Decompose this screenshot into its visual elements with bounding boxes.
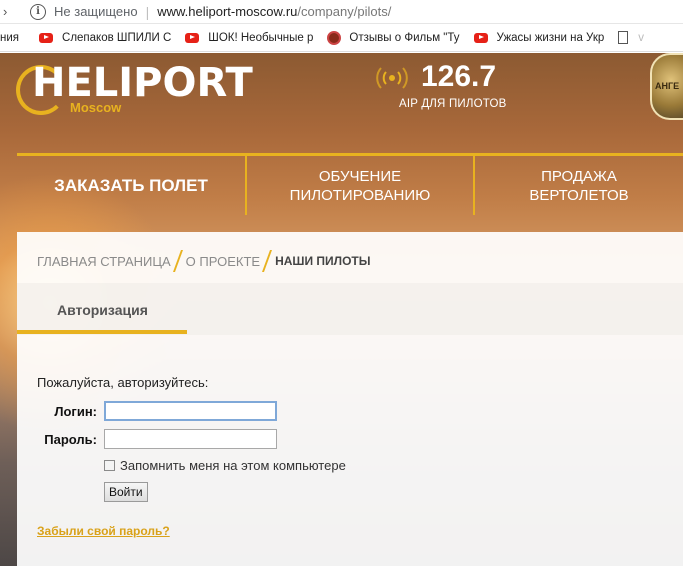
nav-order-flight[interactable]: ЗАКАЗАТЬ ПОЛЕТ — [17, 156, 247, 215]
forward-arrow-icon[interactable]: › — [0, 0, 16, 24]
url-path: /company/pilots/ — [297, 4, 392, 19]
remember-me[interactable]: Запомнить меня на этом компьютере — [104, 458, 346, 473]
youtube-icon — [473, 32, 488, 43]
remember-checkbox[interactable] — [104, 460, 115, 471]
main-nav: ЗАКАЗАТЬ ПОЛЕТ ОБУЧЕНИЕ ПИЛОТИРОВАНИЮ ПРО… — [17, 153, 683, 215]
content-panel: ГЛАВНАЯ СТРАНИЦА О ПРОЕКТЕ НАШИ ПИЛОТЫ А… — [17, 232, 683, 566]
auth-prompt: Пожалуйста, авторизуйтесь: — [37, 375, 209, 390]
security-status[interactable]: Не защищено — [54, 4, 138, 19]
info-icon[interactable]: i — [30, 3, 46, 20]
radio-frequency: 126.7 AIP ДЛЯ ПИЛОТОВ — [371, 60, 516, 115]
bookmarks-bar: ния Слепаков ШПИЛИ С ШОК! Необычные р От… — [0, 24, 683, 52]
cinema-icon — [327, 30, 342, 45]
partner-badge[interactable]: АНГЕ — [650, 53, 683, 120]
breadcrumb-separator — [172, 250, 183, 272]
nav-piloting-training[interactable]: ОБУЧЕНИЕ ПИЛОТИРОВАНИЮ — [247, 156, 475, 215]
bookmark-item[interactable]: Отзывы о Фильм "Ту — [327, 30, 460, 45]
url-text[interactable]: www.heliport-moscow.ru/company/pilots/ — [157, 4, 391, 19]
login-button[interactable]: Войти — [104, 482, 148, 502]
radio-frequency-label: AIP ДЛЯ ПИЛОТОВ — [399, 98, 507, 110]
bookmark-item[interactable]: Ужасы жизни на Укр — [473, 31, 605, 44]
address-separator: | — [145, 3, 150, 20]
breadcrumb-separator — [262, 250, 273, 272]
bookmark-label: Ужасы жизни на Укр — [496, 31, 605, 44]
bookmark-item[interactable]: v — [618, 31, 644, 44]
logo-text: HELIPORT — [32, 60, 253, 106]
breadcrumb-home[interactable]: ГЛАВНАЯ СТРАНИЦА — [37, 254, 171, 269]
document-icon — [618, 31, 629, 44]
bookmark-item[interactable]: ШОК! Необычные р — [185, 32, 313, 44]
nav-label: ОБУЧЕНИЕ ПИЛОТИРОВАНИЮ — [290, 167, 431, 205]
nav-label-line: ПИЛОТИРОВАНИЮ — [289, 186, 431, 204]
tab-authorization[interactable]: Авторизация — [57, 302, 148, 318]
bookmark-label: ШОК! Необычные р — [208, 31, 314, 44]
nav-label: ПРОДАЖА ВЕРТОЛЕТОВ — [529, 167, 628, 205]
address-bar[interactable]: › i Не защищено | www.heliport-moscow.ru… — [0, 0, 683, 24]
password-row: Пароль: — [37, 429, 277, 449]
breadcrumb: ГЛАВНАЯ СТРАНИЦА О ПРОЕКТЕ НАШИ ПИЛОТЫ — [37, 250, 371, 272]
bookmark-label: ния — [0, 31, 20, 44]
bookmark-item[interactable]: Слепаков ШПИЛИ С — [39, 32, 171, 44]
bookmark-label: Отзывы о Фильм "Ту — [349, 31, 460, 44]
breadcrumb-about[interactable]: О ПРОЕКТЕ — [186, 254, 260, 269]
password-label: Пароль: — [44, 431, 97, 447]
url-domain: www.heliport-moscow.ru — [157, 4, 298, 19]
bookmark-label: v — [638, 31, 645, 44]
youtube-icon — [185, 32, 200, 43]
forgot-password-link[interactable]: Забыли свой пароль? — [37, 524, 170, 538]
radio-frequency-value: 126.7 — [421, 60, 497, 93]
bookmark-item[interactable]: ния — [0, 32, 19, 44]
login-input[interactable] — [104, 401, 277, 421]
login-row: Логин: — [37, 401, 277, 421]
login-label: Логин: — [54, 403, 97, 419]
breadcrumb-current: НАШИ ПИЛОТЫ — [275, 254, 371, 268]
nav-label-line: ВЕРТОЛЕТОВ — [529, 186, 629, 204]
nav-label: ЗАКАЗАТЬ ПОЛЕТ — [54, 176, 208, 195]
bookmark-label: Слепаков ШПИЛИ С — [62, 31, 172, 44]
nav-label-line: ПРОДАЖА — [541, 167, 617, 185]
nav-label-line: ОБУЧЕНИЕ — [318, 167, 402, 185]
remember-label: Запомнить меня на этом компьютере — [120, 458, 346, 473]
nav-helicopter-sales[interactable]: ПРОДАЖА ВЕРТОЛЕТОВ — [475, 156, 683, 215]
logo-city: Moscow — [70, 100, 122, 115]
badge-text: АНГЕ — [655, 81, 680, 91]
active-tab-underline — [17, 330, 187, 334]
youtube-icon — [39, 32, 54, 43]
password-input[interactable] — [104, 429, 277, 449]
radio-waves-icon — [376, 67, 408, 89]
